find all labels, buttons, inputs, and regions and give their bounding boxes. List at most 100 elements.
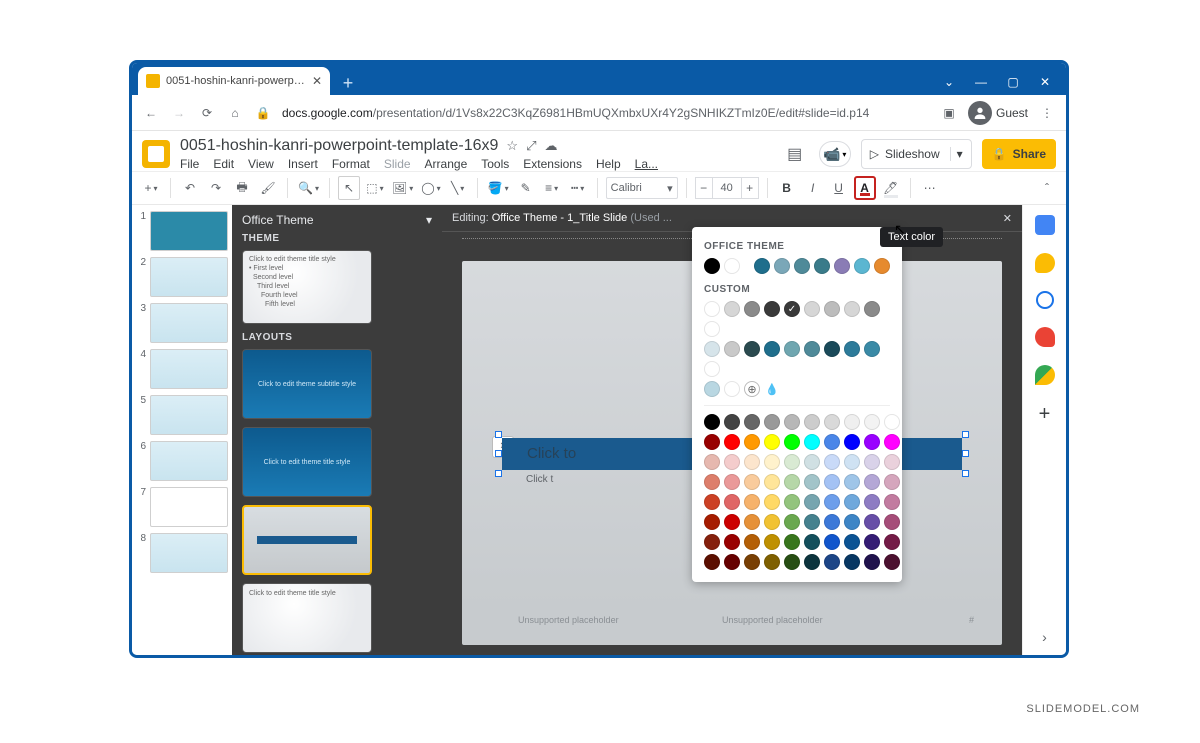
color-swatch[interactable] bbox=[844, 414, 860, 430]
shape-tool[interactable]: ◯ bbox=[419, 176, 442, 200]
color-swatch[interactable] bbox=[834, 258, 850, 274]
text-color-picker[interactable]: OFFICE THEME CUSTOM ⊕💧 bbox=[692, 227, 902, 582]
color-swatch[interactable] bbox=[824, 494, 840, 510]
window-chevron[interactable]: ⌄ bbox=[942, 75, 956, 89]
color-swatch[interactable] bbox=[704, 434, 720, 450]
editor-close-button[interactable]: ✕ bbox=[1003, 212, 1012, 225]
highlight-color-button[interactable]: 🖊 bbox=[880, 176, 902, 200]
color-swatch[interactable] bbox=[764, 434, 780, 450]
color-swatch[interactable] bbox=[844, 534, 860, 550]
color-swatch[interactable] bbox=[704, 494, 720, 510]
color-swatch[interactable] bbox=[824, 514, 840, 530]
url-display[interactable]: docs.google.com/presentation/d/1Vs8x22C3… bbox=[282, 106, 930, 120]
color-swatch[interactable] bbox=[724, 454, 740, 470]
undo-button[interactable]: ↶ bbox=[179, 176, 201, 200]
doc-title[interactable]: 0051-hoshin-kanri-powerpoint-template-16… bbox=[180, 137, 498, 155]
color-swatch[interactable] bbox=[844, 474, 860, 490]
tab-close-icon[interactable]: ✕ bbox=[312, 74, 322, 88]
color-swatch[interactable] bbox=[724, 514, 740, 530]
color-swatch[interactable] bbox=[764, 341, 780, 357]
menu-more[interactable]: La... bbox=[635, 157, 658, 171]
color-swatch[interactable] bbox=[804, 534, 820, 550]
color-swatch[interactable] bbox=[844, 494, 860, 510]
move-icon[interactable]: ⤢ bbox=[526, 138, 536, 154]
theme-panel-menu-icon[interactable]: ▾ bbox=[426, 213, 432, 227]
color-swatch[interactable] bbox=[704, 414, 720, 430]
slide-thumbnail[interactable] bbox=[150, 441, 228, 481]
color-swatch[interactable] bbox=[824, 534, 840, 550]
image-tool[interactable]: 🖼 bbox=[390, 176, 415, 200]
color-swatch[interactable] bbox=[764, 514, 780, 530]
print-button[interactable]: 🖶 bbox=[231, 176, 253, 200]
window-minimize[interactable]: — bbox=[974, 75, 988, 89]
color-swatch[interactable] bbox=[744, 301, 760, 317]
color-swatch[interactable] bbox=[784, 554, 800, 570]
share-button[interactable]: 🔒 Share bbox=[982, 139, 1056, 169]
meet-button[interactable]: 📹▾ bbox=[819, 141, 851, 167]
toolbar-collapse-button[interactable]: ˆ bbox=[1036, 176, 1058, 200]
nav-home-icon[interactable]: ⌂ bbox=[226, 104, 244, 122]
toolbar-more-button[interactable]: ⋯ bbox=[919, 176, 941, 200]
color-swatch[interactable] bbox=[764, 454, 780, 470]
color-swatch[interactable] bbox=[804, 301, 820, 317]
color-swatch[interactable] bbox=[724, 258, 740, 274]
menu-arrange[interactable]: Arrange bbox=[425, 157, 468, 171]
browser-menu-icon[interactable]: ⋮ bbox=[1038, 104, 1056, 122]
color-swatch[interactable] bbox=[864, 474, 880, 490]
nav-reload-icon[interactable]: ⟳ bbox=[198, 104, 216, 122]
menu-extensions[interactable]: Extensions bbox=[523, 157, 582, 171]
color-swatch[interactable] bbox=[724, 534, 740, 550]
color-swatch[interactable] bbox=[704, 554, 720, 570]
color-swatch[interactable] bbox=[864, 514, 880, 530]
contacts-icon[interactable] bbox=[1035, 327, 1055, 347]
color-swatch[interactable] bbox=[864, 414, 880, 430]
slideshow-dropdown-icon[interactable]: ▾ bbox=[950, 147, 963, 161]
slide-thumbnail[interactable] bbox=[150, 533, 228, 573]
color-swatch[interactable] bbox=[764, 554, 780, 570]
color-swatch[interactable] bbox=[704, 514, 720, 530]
color-swatch[interactable] bbox=[744, 474, 760, 490]
menu-help[interactable]: Help bbox=[596, 157, 621, 171]
keep-icon[interactable] bbox=[1035, 253, 1055, 273]
slideshow-button[interactable]: ▷ Slideshow ▾ bbox=[861, 139, 972, 169]
color-swatch[interactable] bbox=[704, 341, 720, 357]
border-weight-button[interactable]: ≡ bbox=[541, 176, 563, 200]
slide-thumbnail[interactable] bbox=[150, 487, 228, 527]
color-swatch[interactable] bbox=[824, 474, 840, 490]
color-swatch[interactable] bbox=[884, 454, 900, 470]
color-swatch[interactable] bbox=[724, 301, 740, 317]
color-swatch[interactable] bbox=[884, 514, 900, 530]
color-swatch[interactable] bbox=[724, 341, 740, 357]
color-swatch[interactable] bbox=[804, 474, 820, 490]
color-swatch[interactable] bbox=[744, 534, 760, 550]
line-tool[interactable]: ╲ bbox=[447, 176, 469, 200]
color-swatch[interactable] bbox=[804, 514, 820, 530]
add-custom-color-button[interactable]: ⊕ bbox=[744, 381, 760, 397]
color-swatch[interactable] bbox=[864, 454, 880, 470]
color-swatch[interactable] bbox=[784, 474, 800, 490]
color-swatch[interactable] bbox=[744, 554, 760, 570]
color-swatch[interactable] bbox=[844, 514, 860, 530]
color-swatch[interactable] bbox=[704, 454, 720, 470]
color-swatch[interactable] bbox=[704, 258, 720, 274]
color-swatch[interactable] bbox=[784, 454, 800, 470]
slide-thumbnail[interactable] bbox=[150, 257, 228, 297]
maps-icon[interactable] bbox=[1035, 365, 1055, 385]
color-swatch[interactable] bbox=[784, 434, 800, 450]
color-swatch[interactable] bbox=[824, 341, 840, 357]
color-swatch[interactable] bbox=[784, 301, 800, 317]
slide-thumbnail[interactable] bbox=[150, 303, 228, 343]
zoom-button[interactable]: 🔍 bbox=[296, 176, 321, 200]
color-swatch[interactable] bbox=[864, 494, 880, 510]
color-swatch[interactable] bbox=[804, 494, 820, 510]
browser-tab[interactable]: 0051-hoshin-kanri-powerpoint-t ✕ bbox=[138, 67, 330, 95]
underline-button[interactable]: U bbox=[828, 176, 850, 200]
color-swatch[interactable] bbox=[764, 414, 780, 430]
color-swatch[interactable] bbox=[804, 341, 820, 357]
font-size-decrease[interactable]: − bbox=[695, 177, 713, 199]
border-dash-button[interactable]: ┅ bbox=[567, 176, 589, 200]
menu-edit[interactable]: Edit bbox=[213, 157, 234, 171]
star-icon[interactable]: ☆ bbox=[506, 138, 518, 154]
tasks-icon[interactable] bbox=[1036, 291, 1054, 309]
bold-button[interactable]: B bbox=[776, 176, 798, 200]
